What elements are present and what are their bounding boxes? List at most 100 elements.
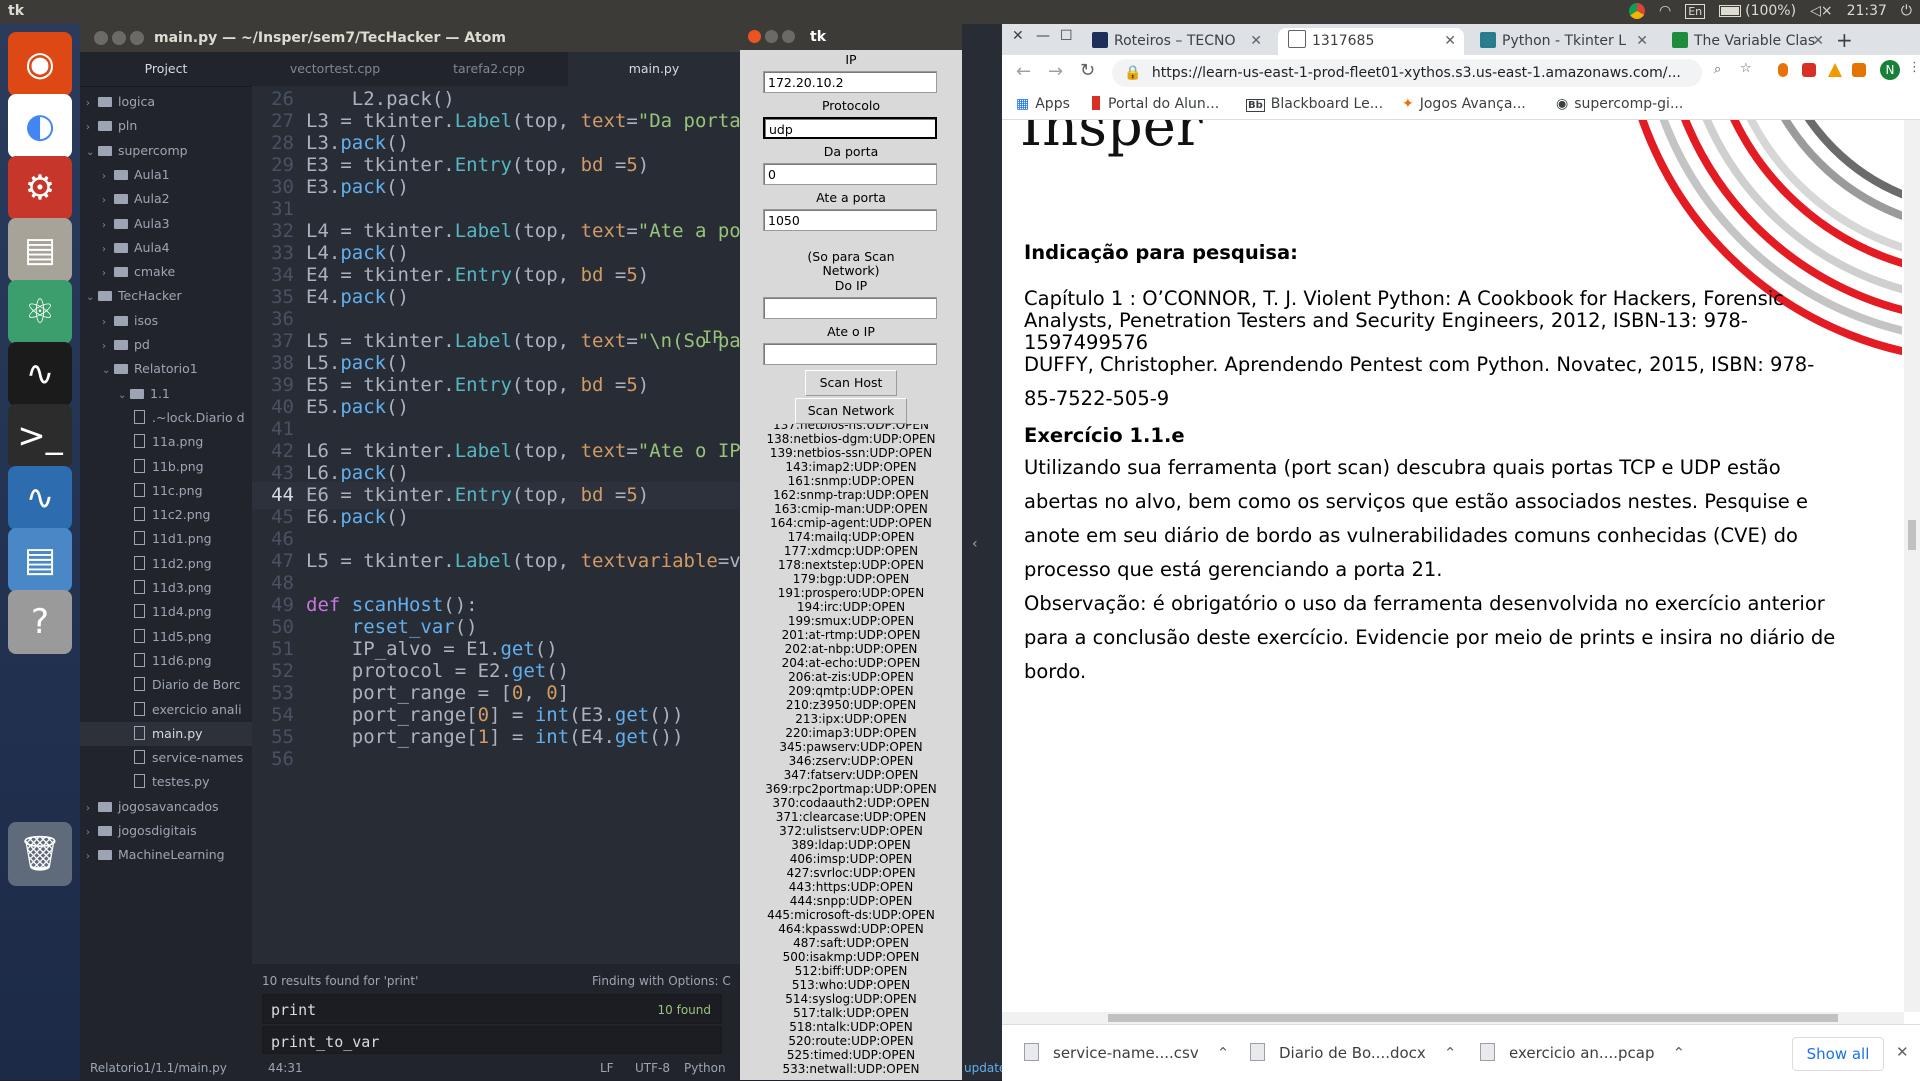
power-icon[interactable]: ⏻ (1901, 3, 1912, 19)
tab-main-py[interactable]: main.py (568, 52, 740, 86)
chevron-icon[interactable]: ⌄ (118, 384, 130, 406)
show-all-button[interactable]: Show all (1792, 1037, 1884, 1071)
chevron-icon[interactable]: ⌄ (102, 359, 114, 381)
chrome-tab[interactable]: The Variable Clas ✕ (1662, 28, 1832, 55)
trash-icon[interactable]: 🗑 (8, 822, 72, 886)
chrome-tab[interactable]: 1317685 ✕ (1278, 28, 1464, 55)
bookmark-jogos[interactable]: ✦ Jogos Avança... (1402, 96, 1526, 112)
chevron-icon[interactable]: › (102, 189, 114, 211)
close-shelf-icon[interactable]: ✕ (1896, 1043, 1909, 1061)
back-icon[interactable]: ← (1016, 61, 1031, 82)
close-icon[interactable] (748, 30, 761, 43)
address-bar[interactable]: 🔒 https://learn-us-east-1-prod-fleet01-x… (1112, 59, 1702, 87)
close-tab-icon[interactable]: ✕ (1812, 28, 1824, 55)
tree-folder[interactable]: › Aula4 (80, 236, 272, 260)
tree-folder[interactable]: › MachineLearning (80, 843, 256, 867)
close-tab-icon[interactable]: ✕ (1636, 28, 1648, 55)
tree-folder[interactable]: ⌄ supercomp (80, 139, 256, 163)
tree-folder[interactable]: › cmake (80, 260, 272, 284)
scan-network-button[interactable]: Scan Network (795, 398, 907, 424)
tree-folder[interactable]: › Aula1 (80, 163, 272, 187)
chrome-icon[interactable]: ◐ (8, 94, 72, 158)
chevron-icon[interactable]: › (86, 92, 98, 114)
tree-folder[interactable]: › jogosavancados (80, 795, 256, 819)
tree-folder[interactable]: ⌄ Relatorio1 (80, 357, 272, 381)
gtkwave-icon[interactable]: ∿ (8, 466, 72, 530)
volume-icon[interactable]: ◁× (1810, 3, 1833, 19)
tree-header[interactable]: Project (80, 52, 252, 87)
system-monitor-icon[interactable]: ∿ (8, 342, 72, 406)
chrome-tab[interactable]: Roteiros – TECNO ✕ (1082, 28, 1270, 55)
tab-vectortest[interactable]: vectortest.cpp (260, 52, 410, 86)
chrome-tab[interactable]: Python - Tkinter L ✕ (1470, 28, 1656, 55)
chevron-icon[interactable]: › (102, 214, 114, 236)
chevron-icon[interactable]: › (102, 335, 114, 357)
chevron-up-icon[interactable]: ⌃ (1672, 1044, 1685, 1062)
bookmark-supercomp[interactable]: ◉ supercomp-gi... (1556, 96, 1683, 112)
close-icon[interactable] (94, 31, 108, 45)
from-port-entry[interactable]: 0 (763, 163, 937, 185)
profile-avatar[interactable]: N (1880, 60, 1900, 80)
status-file-path[interactable]: Relatorio1/1.1/main.py (90, 1056, 227, 1080)
bookmark-portal[interactable]: Portal do Alun... (1092, 96, 1219, 112)
keyboard-layout-indicator[interactable]: En (1685, 3, 1706, 19)
minimize-icon[interactable] (112, 31, 126, 45)
collapse-dock-icon[interactable]: ‹ (972, 536, 978, 552)
chevron-icon[interactable]: ⌄ (86, 141, 98, 163)
protocol-entry[interactable]: udp (763, 117, 937, 139)
wifi-icon[interactable]: ◠ (1659, 3, 1671, 19)
scan-host-button[interactable]: Scan Host (805, 370, 897, 396)
vertical-scrollbar[interactable] (1904, 120, 1920, 1012)
ubuntu-logo-icon[interactable]: ◉ (8, 32, 72, 96)
find-input[interactable]: print 10 found (262, 994, 722, 1024)
tree-folder[interactable]: › isos (80, 309, 272, 333)
status-eol[interactable]: LF (600, 1056, 614, 1080)
download-item[interactable]: service-name....csv ⌃ (1024, 1043, 1229, 1062)
maximize-icon[interactable] (130, 31, 144, 45)
chevron-icon[interactable]: › (86, 116, 98, 138)
chevron-icon[interactable]: › (86, 821, 98, 843)
replace-input[interactable]: print_to_var (262, 1026, 722, 1054)
tab-tarefa2[interactable]: tarefa2.cpp (414, 52, 564, 86)
chevron-icon[interactable]: › (102, 262, 114, 284)
h-scroll-thumb[interactable] (1108, 1014, 1838, 1022)
chrome-indicator-icon[interactable] (1628, 3, 1645, 19)
from-ip-entry[interactable] (763, 297, 937, 319)
atom-icon[interactable]: ⚛ (8, 280, 72, 344)
code-line[interactable]: 56 (252, 746, 740, 773)
forward-icon[interactable]: → (1048, 61, 1063, 82)
chevron-icon[interactable]: › (86, 845, 98, 867)
chevron-icon[interactable]: › (102, 165, 114, 187)
reload-icon[interactable]: ↻ (1080, 60, 1095, 81)
chevron-up-icon[interactable]: ⌃ (1217, 1044, 1230, 1062)
chevron-up-icon[interactable]: ⌃ (1444, 1044, 1457, 1062)
status-update[interactable]: update (964, 1056, 1006, 1080)
help-icon[interactable]: ? (8, 590, 72, 654)
files-icon[interactable]: ▤ (8, 218, 72, 282)
zoom-icon[interactable]: ⌕ (1714, 62, 1721, 77)
tree-folder[interactable]: › pd (80, 333, 272, 357)
horizontal-scrollbar[interactable] (1002, 1012, 1904, 1024)
settings-icon[interactable]: ⚙ (8, 156, 72, 220)
terminal-icon[interactable]: >_ (8, 404, 72, 468)
new-tab-button[interactable]: + (1836, 28, 1853, 52)
tree-folder[interactable]: › jogosdigitais (80, 819, 256, 843)
tree-folder[interactable]: › pln (80, 114, 256, 138)
tree-folder[interactable]: › logica (80, 90, 256, 114)
minimize-icon[interactable]: — (1036, 28, 1050, 44)
extension-icon[interactable] (1852, 63, 1866, 77)
bookmark-blackboard[interactable]: Bb Blackboard Le... (1246, 96, 1383, 112)
chevron-icon[interactable]: ⌄ (86, 286, 98, 308)
minimize-icon[interactable] (765, 30, 778, 43)
menu-icon[interactable]: ⋮ (1908, 60, 1920, 75)
chevron-icon[interactable]: › (86, 797, 98, 819)
to-ip-entry[interactable] (763, 343, 937, 365)
download-item[interactable]: Diario de Bo....docx ⌃ (1250, 1043, 1456, 1062)
scroll-thumb[interactable] (1908, 520, 1916, 550)
chevron-icon[interactable]: › (102, 311, 114, 333)
close-icon[interactable]: ✕ (1012, 28, 1024, 44)
code-area[interactable]: 26 L2.pack() 27 L3 = tkinter.Label(top, te… (252, 86, 740, 946)
extension-icon[interactable] (1802, 63, 1816, 77)
bookmark-star-icon[interactable]: ☆ (1740, 61, 1752, 76)
maximize-icon[interactable] (782, 30, 795, 43)
